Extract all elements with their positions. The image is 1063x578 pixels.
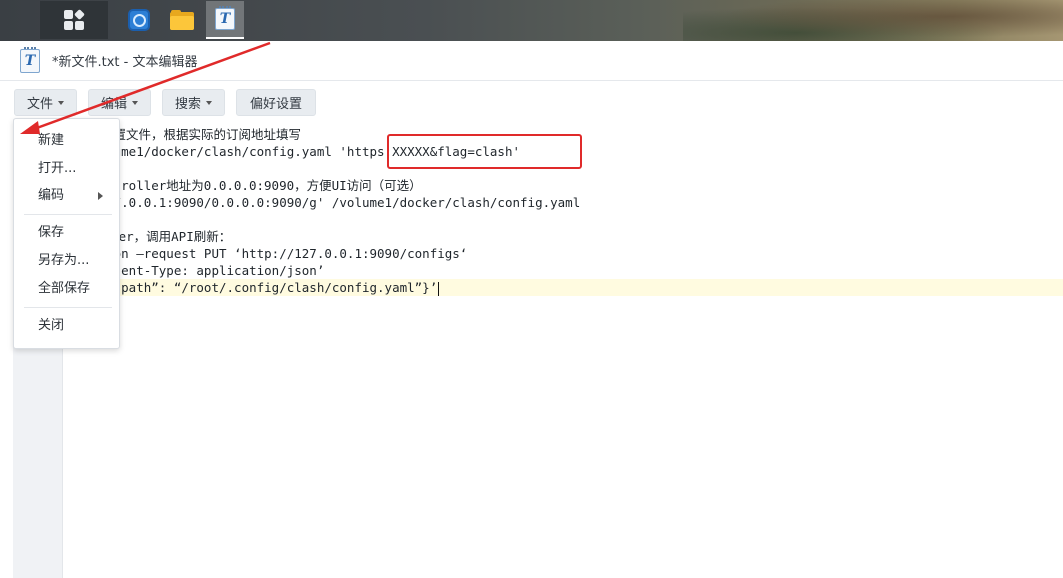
taskbar: T (0, 0, 1063, 41)
menu-item-open[interactable]: 打开... (14, 157, 119, 181)
caret-down-icon (58, 100, 65, 105)
editor-line: aw ‘{“path”: “/root/.config/clash/config… (76, 280, 438, 295)
edit-menu-button[interactable]: 编辑 (88, 89, 152, 116)
editor-line: ocation –request PUT ‘http://127.0.0.1:9… (76, 246, 468, 261)
file-menu-button[interactable]: 文件 (14, 89, 78, 116)
caret-down-icon (206, 100, 213, 105)
text-cursor (438, 281, 440, 296)
window-titlebar: T *新文件.txt - 文本编辑器 (0, 41, 1063, 81)
menu-divider (24, 214, 112, 215)
preferences-button[interactable]: 偏好设置 (236, 89, 317, 116)
text-editor-taskbar-button[interactable]: T (206, 1, 244, 39)
text-editor-app-icon: T (20, 46, 40, 73)
menu-item-encoding[interactable]: 编码 (14, 184, 119, 208)
menu-divider (24, 307, 112, 308)
editor-current-line: aw ‘{“path”: “/root/.config/clash/config… (76, 279, 1063, 296)
menu-item-save-as[interactable]: 另存为... (14, 249, 119, 273)
text-editor-icon: T (215, 6, 235, 30)
menu-item-encoding-label: 编码 (38, 188, 65, 203)
editor-line: 's/127.0.0.1:9090/0.0.0.0:9090/g' /volum… (76, 195, 581, 210)
caret-down-icon (132, 100, 139, 105)
editor-line: 启Docker，调用API刷新： (76, 229, 232, 244)
menu-item-close[interactable]: 关闭 (14, 314, 119, 338)
editor-area[interactable]: 节点配置文件，根据实际的订阅地址填写 /volume1/docker/clash… (0, 119, 1063, 578)
menu-item-save-all[interactable]: 全部保存 (14, 277, 119, 301)
edit-menu-label: 编辑 (101, 97, 128, 112)
editor-line: l-controller地址为0.0.0.0:9090，方便UI访问（可选） (76, 178, 422, 193)
folder-icon (170, 10, 194, 30)
editor-line: ‘Content-Type: application/json’ (76, 263, 325, 278)
package-center-button[interactable] (120, 1, 158, 39)
toolbar: 文件 编辑 搜索 偏好设置 (0, 81, 1063, 119)
file-dropdown-menu: 新建 打开... 编码 保存 另存为... 全部保存 关闭 (13, 118, 120, 349)
search-menu-label: 搜索 (175, 97, 202, 112)
apps-grid-icon (64, 9, 85, 30)
main-menu-button[interactable] (40, 1, 108, 39)
package-center-icon (128, 9, 150, 31)
file-station-button[interactable] (163, 1, 201, 39)
preferences-label: 偏好设置 (250, 97, 303, 112)
menu-item-new[interactable]: 新建 (14, 129, 119, 153)
chevron-right-icon (98, 192, 103, 200)
annotation-highlight-box (387, 134, 582, 169)
file-menu-label: 文件 (27, 97, 54, 112)
search-menu-button[interactable]: 搜索 (162, 89, 226, 116)
wallpaper-decoration (683, 0, 1063, 41)
window-title: *新文件.txt - 文本编辑器 (52, 55, 198, 70)
menu-item-save[interactable]: 保存 (14, 221, 119, 245)
